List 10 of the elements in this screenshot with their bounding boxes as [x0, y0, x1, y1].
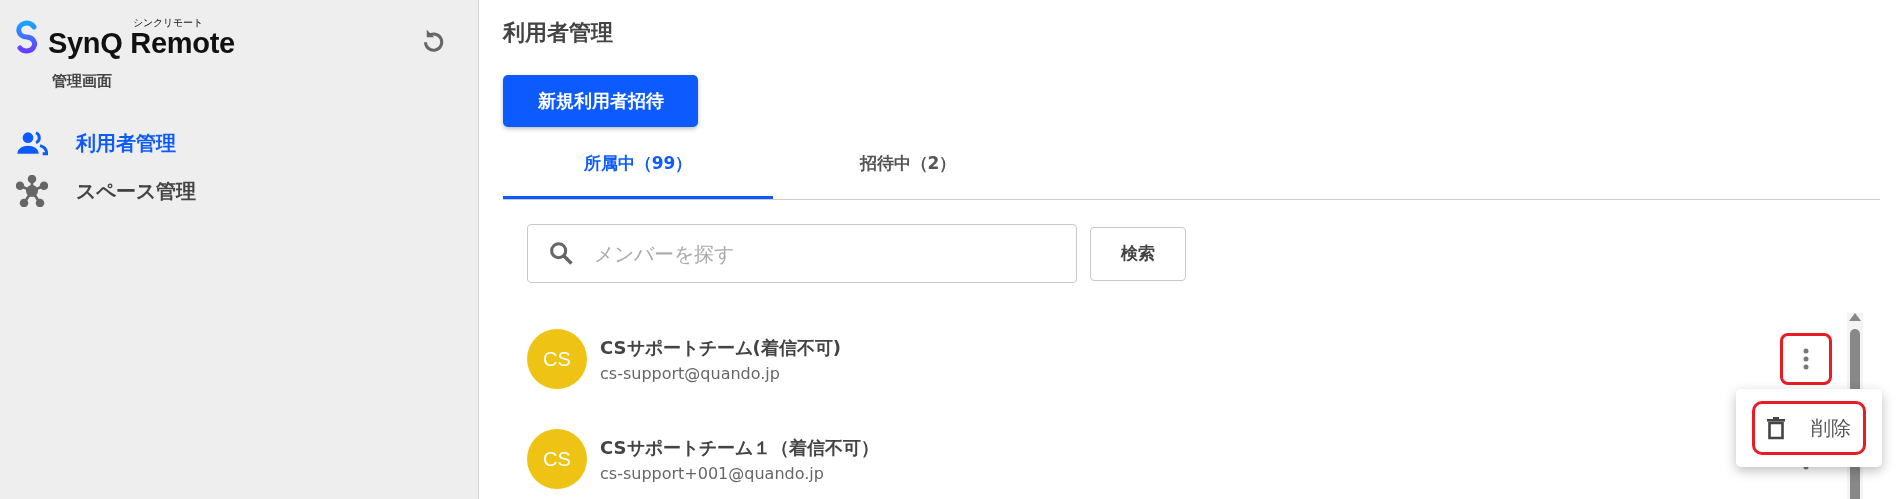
logo-ruby: シンクリモート: [132, 18, 203, 28]
member-email: cs-support+001@quando.jp: [600, 463, 825, 483]
page-title: 利用者管理: [503, 19, 614, 47]
subtitle: 管理画面: [52, 72, 113, 91]
member-name: CSサポートチーム１（着信不可）: [600, 435, 879, 460]
member-email: cs-support@quando.jp: [600, 363, 781, 383]
logo-text: SynQ Remote: [48, 28, 235, 58]
avatar: CS: [527, 429, 587, 489]
avatar: CS: [527, 329, 587, 389]
member-name: CSサポートチーム(着信不可): [600, 335, 841, 360]
